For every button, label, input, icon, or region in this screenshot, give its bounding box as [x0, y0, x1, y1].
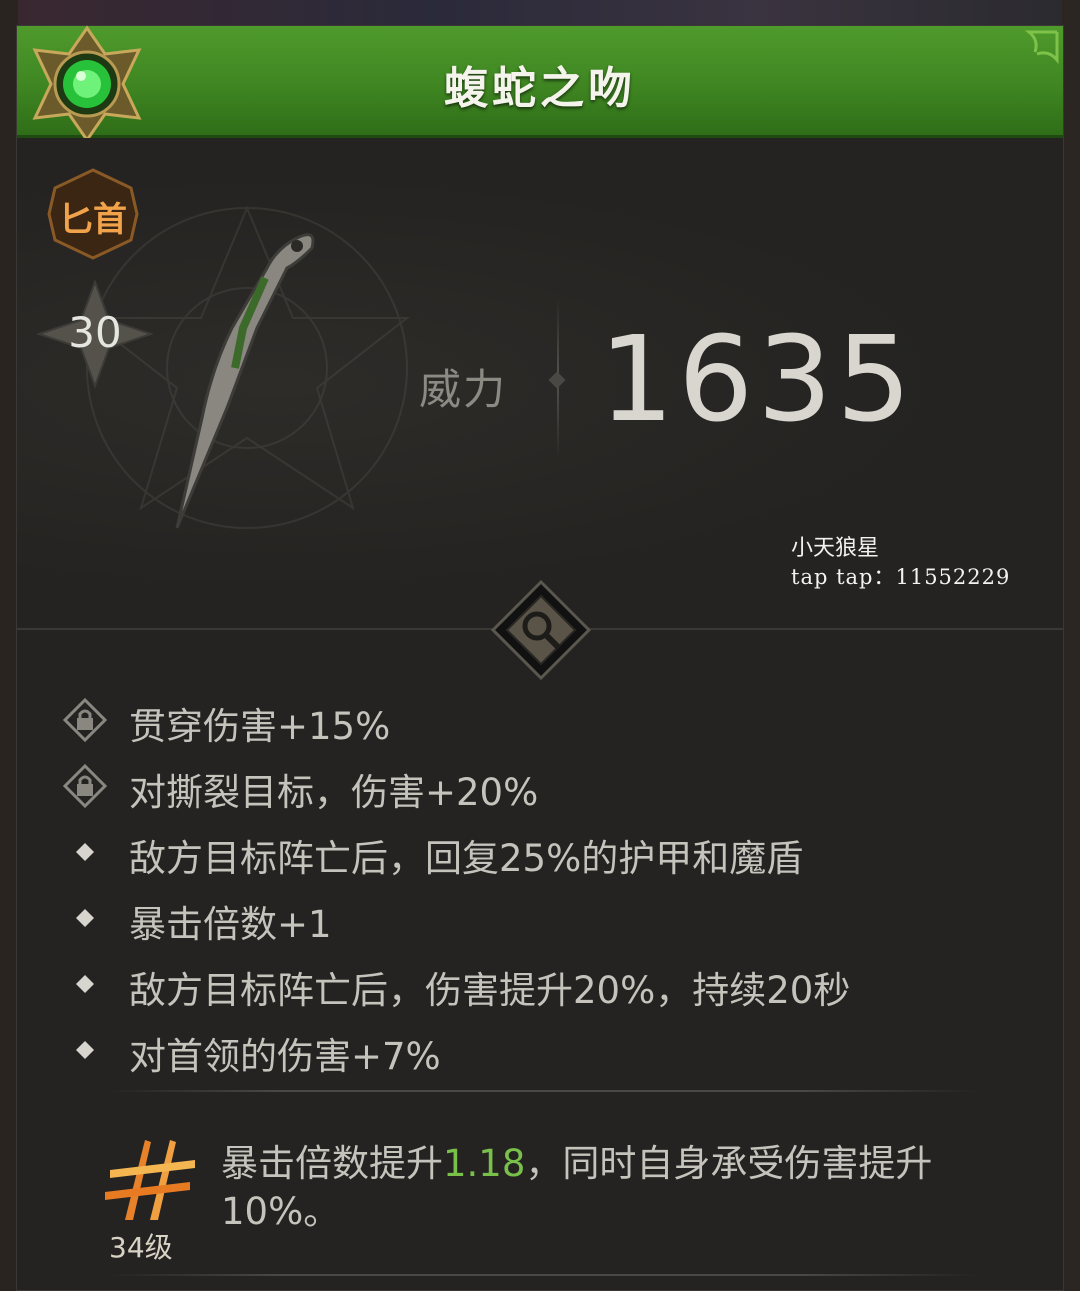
stat-text: 敌方目标阵亡后，伤害提升20%，持续20秒	[129, 969, 851, 1012]
background-strip	[0, 0, 1080, 26]
awaken-description: 暴击倍数提升1.18，同时自身承受伤害提升10%。	[221, 1140, 1011, 1236]
stat-row: 暴击倍数+1	[17, 886, 1017, 946]
diamond-bullet-icon	[76, 843, 94, 861]
lock-icon	[63, 764, 107, 808]
stat-row: 敌方目标阵亡后，伤害提升20%，持续20秒	[17, 952, 1017, 1012]
awaken-level: 34级	[109, 1231, 173, 1264]
diamond-bullet-icon	[76, 1041, 94, 1059]
awaken-rune-icon	[105, 1140, 195, 1220]
awaken-text-before: 暴击倍数提升	[221, 1142, 443, 1185]
dagger-icon	[175, 233, 315, 529]
watermark-author: 小天狼星	[791, 536, 880, 561]
inspect-button[interactable]	[489, 578, 593, 682]
item-overview: 匕首 30 威力 1635 小天狼星 tap tap：11552229	[17, 138, 1063, 628]
item-name: 蝮蛇之吻	[444, 63, 636, 114]
power-divider-diamond	[548, 371, 566, 389]
power-label: 威力	[419, 365, 508, 414]
power-value: 1635	[599, 310, 916, 448]
stat-text: 对撕裂目标，伤害+20%	[129, 771, 539, 814]
stat-row: 贯穿伤害+15%	[17, 688, 1017, 748]
stat-row: 敌方目标阵亡后，回复25%的护甲和魔盾	[17, 820, 1017, 880]
stat-text: 敌方目标阵亡后，回复25%的护甲和魔盾	[129, 837, 804, 880]
background-right-edge	[1062, 0, 1080, 1291]
awaken-divider-top	[107, 1090, 977, 1092]
stat-text: 对首领的伤害+7%	[129, 1035, 441, 1078]
stat-row: 对首领的伤害+7%	[17, 1018, 1017, 1078]
item-level: 30	[68, 308, 122, 357]
weapon-type-label: 匕首	[59, 200, 127, 240]
awaken-divider-bottom	[107, 1274, 977, 1276]
awaken-highlight-value: 1.18	[443, 1142, 526, 1185]
stat-text: 暴击倍数+1	[129, 903, 332, 946]
item-detail-card: 蝮蛇之吻 匕首 30 威力 1635 小天狼星 tap tap：11552229	[16, 25, 1064, 1291]
diamond-bullet-icon	[76, 909, 94, 927]
diamond-bullet-icon	[76, 975, 94, 993]
lock-icon	[63, 698, 107, 742]
stat-text: 贯穿伤害+15%	[129, 705, 391, 748]
item-header: 蝮蛇之吻	[17, 25, 1063, 143]
corner-ornament-icon	[1024, 30, 1059, 65]
watermark-tap-id: tap tap：11552229	[791, 565, 1011, 589]
stat-row: 对撕裂目标，伤害+20%	[17, 754, 1017, 814]
